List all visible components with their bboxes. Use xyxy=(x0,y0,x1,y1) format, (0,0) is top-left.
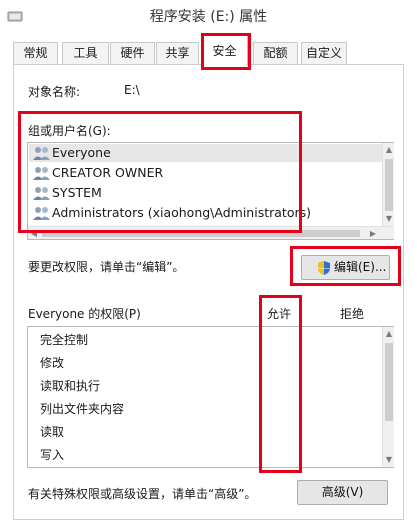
scrollbar-thumb[interactable] xyxy=(385,343,393,421)
scroll-up-arrow-icon[interactable]: ▲ xyxy=(383,327,395,341)
permissions-label: Everyone 的权限(P) xyxy=(28,307,141,321)
permission-item: 写入 xyxy=(40,448,65,462)
window-title: 程序安装 (E:) 属性 xyxy=(149,9,268,25)
tab-sharing[interactable]: 共享 xyxy=(156,42,199,64)
change-permission-hint: 要更改权限，请单击“编辑”。 xyxy=(28,260,185,274)
tab-hardware[interactable]: 硬件 xyxy=(110,42,155,64)
tab-general[interactable]: 常规 xyxy=(13,42,58,64)
object-name-label: 对象名称: xyxy=(28,85,81,99)
deny-column-header: 拒绝 xyxy=(340,307,365,321)
scroll-up-arrow-icon[interactable]: ▲ xyxy=(383,143,395,157)
permission-item: 修改 xyxy=(40,356,65,370)
scroll-right-arrow-icon[interactable]: ▶ xyxy=(366,227,380,240)
permission-item: 读取 xyxy=(40,425,65,439)
scroll-down-arrow-icon[interactable]: ▼ xyxy=(383,453,395,467)
tab-quota[interactable]: 配额 xyxy=(253,42,298,64)
security-tab-highlight xyxy=(201,33,251,70)
permissions-scrollbar[interactable]: ▲ ▼ xyxy=(382,327,394,467)
permissions-list[interactable]: 完全控制 修改 读取和执行 列出文件夹内容 读取 写入 ▲ ▼ xyxy=(27,326,394,468)
advanced-settings-hint: 有关特殊权限或高级设置，请单击“高级”。 xyxy=(28,487,257,501)
permission-item: 完全控制 xyxy=(40,333,89,347)
scroll-down-arrow-icon[interactable]: ▼ xyxy=(383,212,395,226)
tab-tools[interactable]: 工具 xyxy=(62,42,109,64)
permission-item: 读取和执行 xyxy=(40,379,101,393)
tab-customize[interactable]: 自定义 xyxy=(301,42,347,64)
advanced-button[interactable]: 高级(V) xyxy=(297,480,388,505)
object-name-value: E:\ xyxy=(124,83,140,97)
permission-item: 列出文件夹内容 xyxy=(40,402,125,416)
edit-button-highlight xyxy=(290,246,401,286)
scrollbar-thumb[interactable] xyxy=(385,159,393,211)
allow-column-highlight xyxy=(259,295,302,473)
user-list-vertical-scrollbar[interactable]: ▲ ▼ xyxy=(382,143,394,226)
title-bar: 程序安装 (E:) 属性 xyxy=(0,0,417,34)
user-list-highlight xyxy=(18,111,302,233)
